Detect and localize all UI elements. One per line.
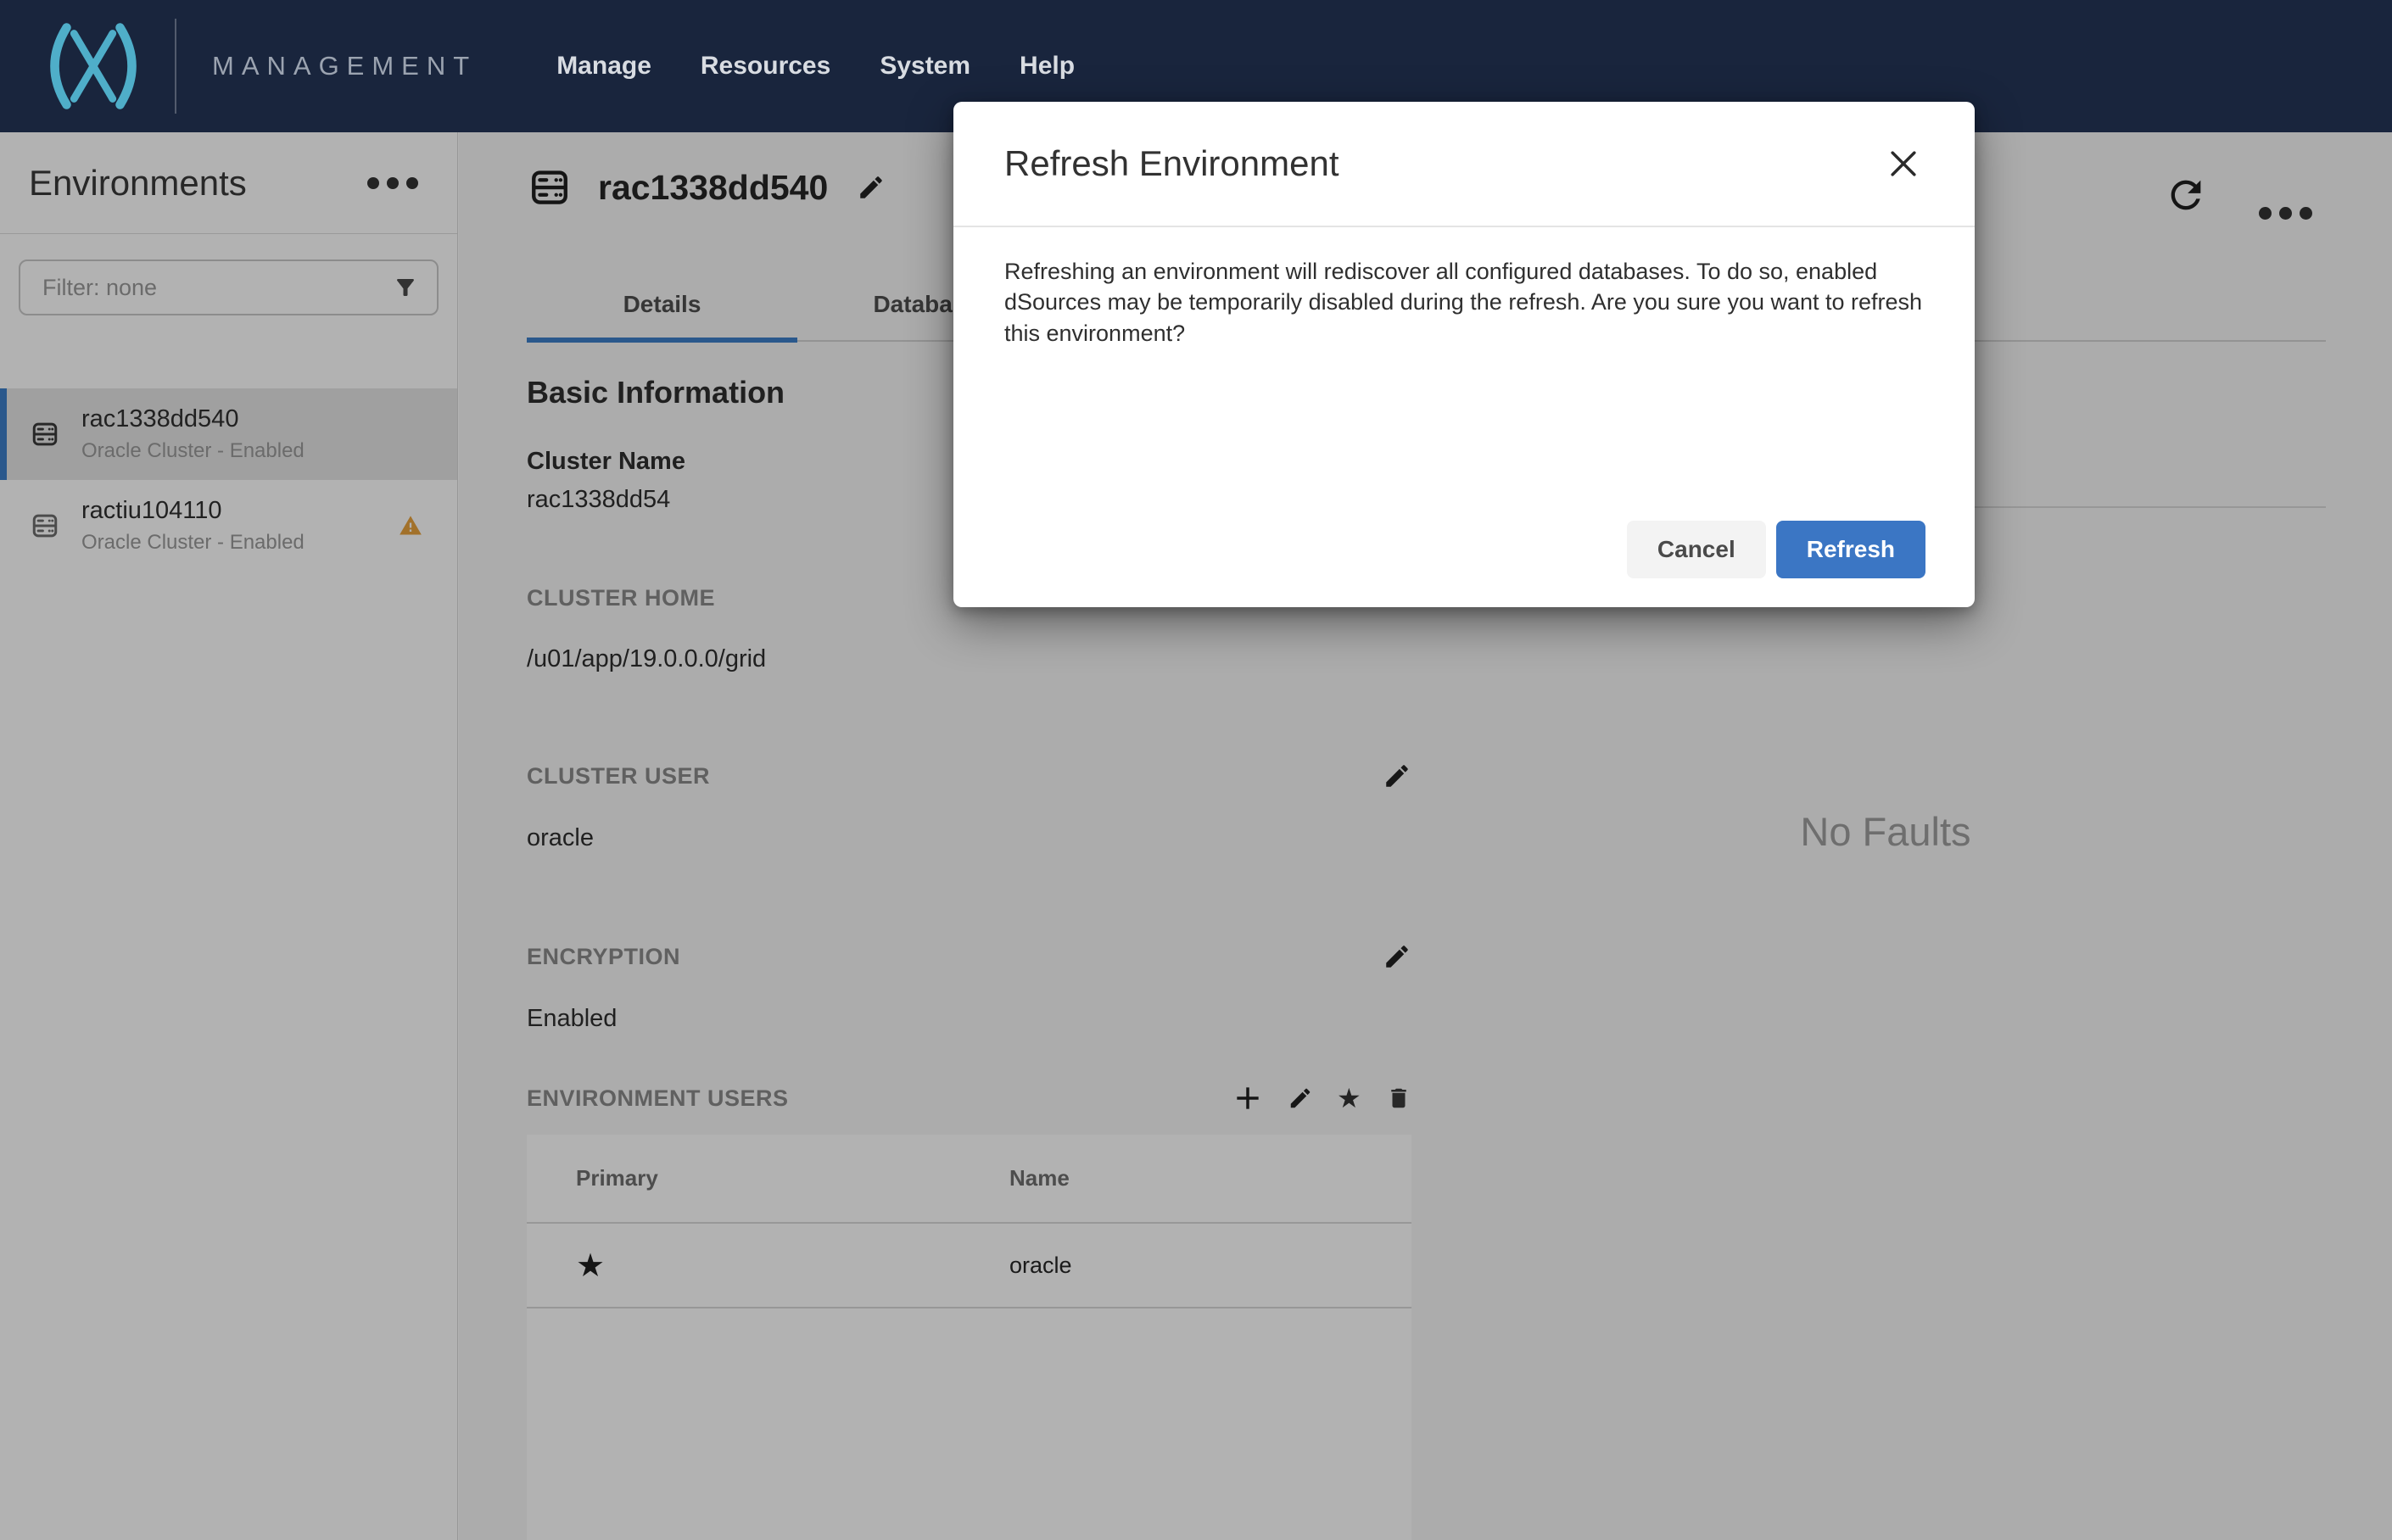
dialog-body-text: Refreshing an environment will rediscove… [1004, 259, 1923, 346]
nav-item-manage[interactable]: Manage [556, 52, 651, 81]
refresh-button[interactable]: Refresh [1775, 521, 1925, 578]
cancel-button[interactable]: Cancel [1626, 521, 1766, 578]
delphix-logo-icon[interactable] [34, 16, 153, 116]
dialog-footer: Cancel Refresh [1626, 521, 1925, 578]
dialog-title: Refresh Environment [1004, 143, 1339, 183]
refresh-environment-dialog: Refresh Environment Refreshing an enviro… [953, 102, 1975, 607]
brand-title: MANAGEMENT [212, 51, 478, 81]
nav-item-help[interactable]: Help [1020, 52, 1075, 81]
nav-divider [175, 19, 176, 114]
dialog-header: Refresh Environment [953, 102, 1975, 227]
close-icon[interactable] [1885, 145, 1922, 182]
nav-item-system[interactable]: System [880, 52, 970, 81]
nav-item-resources[interactable]: Resources [701, 52, 830, 81]
nav-menu: Manage Resources System Help [556, 52, 1075, 81]
app-screen: MANAGEMENT Manage Resources System Help … [0, 0, 2392, 1540]
